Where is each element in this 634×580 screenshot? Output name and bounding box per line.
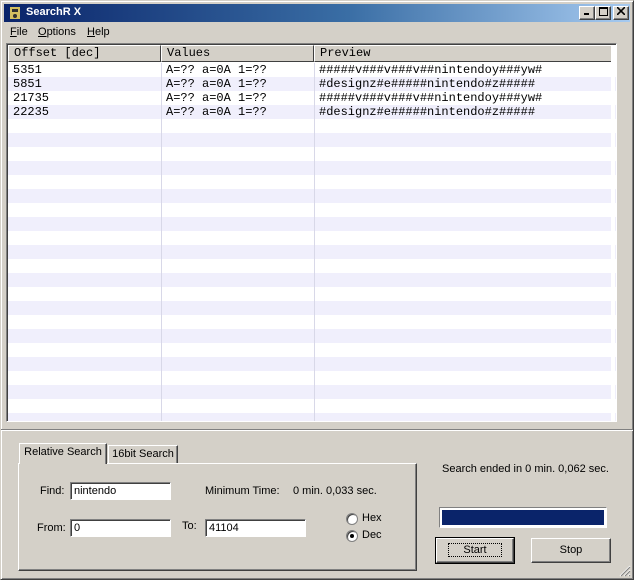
min-time-label: Minimum Time: xyxy=(205,485,280,497)
stop-button[interactable]: Stop xyxy=(531,538,611,563)
menu-bar: File Options Help xyxy=(4,24,630,42)
offset-cell: 22235 xyxy=(13,105,50,119)
result-row[interactable]: 5351 A=?? a=0A 1=?? #####v###v###v##nint… xyxy=(8,63,616,77)
empty-row xyxy=(8,203,616,217)
find-input[interactable]: nintendo xyxy=(70,482,171,500)
empty-row xyxy=(8,343,616,357)
result-row[interactable]: 5851 A=?? a=0A 1=?? #designz#e#####ninte… xyxy=(8,77,616,91)
results-list[interactable]: Offset [dec] Values Preview 5351 A=?? a=… xyxy=(6,43,617,422)
empty-row xyxy=(8,175,616,189)
status-message: Search ended in 0 min. 0,062 sec. xyxy=(442,463,609,475)
app-icon xyxy=(10,7,20,19)
preview-cell: #designz#e#####nintendo#z##### xyxy=(319,77,536,91)
list-edge xyxy=(611,45,615,421)
preview-cell: #designz#e#####nintendo#z##### xyxy=(319,105,536,119)
empty-row xyxy=(8,161,616,175)
hex-radio-label[interactable]: Hex xyxy=(362,512,382,524)
min-time-value: 0 min. 0,033 sec. xyxy=(293,485,377,497)
values-cell: A=?? a=0A 1=?? xyxy=(166,91,267,105)
empty-row xyxy=(8,413,616,421)
empty-row xyxy=(8,385,616,399)
empty-row xyxy=(8,315,616,329)
tab-relative-search[interactable]: Relative Search xyxy=(19,443,107,464)
values-cell: A=?? a=0A 1=?? xyxy=(166,63,267,77)
menu-file[interactable]: File xyxy=(10,26,28,38)
radio-selected-dot xyxy=(350,534,354,538)
offset-cell: 5351 xyxy=(13,63,42,77)
result-row[interactable]: 22235 A=?? a=0A 1=?? #designz#e#####nint… xyxy=(8,105,616,119)
menu-options[interactable]: Options xyxy=(38,26,76,38)
column-header-preview[interactable]: Preview xyxy=(314,45,615,62)
from-input[interactable]: 0 xyxy=(70,519,171,537)
empty-row xyxy=(8,371,616,385)
result-row[interactable]: 21735 A=?? a=0A 1=?? #####v###v###v##nin… xyxy=(8,91,616,105)
empty-row xyxy=(8,119,616,133)
empty-row xyxy=(8,147,616,161)
close-button[interactable] xyxy=(613,6,629,20)
column-header-offset[interactable]: Offset [dec] xyxy=(8,45,161,62)
empty-row xyxy=(8,273,616,287)
title-bar[interactable]: SearchR X xyxy=(4,4,630,22)
progress-fill xyxy=(442,510,604,525)
main-window: SearchR X File Options Help Offset [dec]… xyxy=(0,0,634,580)
empty-row xyxy=(8,301,616,315)
progress-bar xyxy=(439,507,607,528)
empty-row xyxy=(8,245,616,259)
empty-row xyxy=(8,133,616,147)
result-rows: 5351 A=?? a=0A 1=?? #####v###v###v##nint… xyxy=(8,63,616,421)
window-title: SearchR X xyxy=(26,6,82,18)
column-divider xyxy=(161,63,162,421)
resize-grip-icon[interactable] xyxy=(619,565,631,577)
column-header-values[interactable]: Values xyxy=(161,45,314,62)
empty-row xyxy=(8,329,616,343)
preview-cell: #####v###v###v##nintendoy###yw# xyxy=(319,63,543,77)
empty-row xyxy=(8,259,616,273)
empty-row xyxy=(8,287,616,301)
minimize-icon xyxy=(584,13,589,15)
relative-search-panel: Find: nintendo Minimum Time: 0 min. 0,03… xyxy=(18,463,417,571)
separator xyxy=(1,429,633,431)
empty-row xyxy=(8,217,616,231)
find-label: Find: xyxy=(40,485,65,497)
hex-radio[interactable] xyxy=(346,513,358,525)
dec-radio[interactable] xyxy=(346,530,358,542)
start-button[interactable]: Start xyxy=(435,537,515,564)
minimize-button[interactable] xyxy=(579,6,595,20)
tab-16bit-search[interactable]: 16bit Search xyxy=(108,445,178,464)
values-cell: A=?? a=0A 1=?? xyxy=(166,105,267,119)
preview-cell: #####v###v###v##nintendoy###yw# xyxy=(319,91,543,105)
menu-help[interactable]: Help xyxy=(87,26,110,38)
empty-row xyxy=(8,189,616,203)
empty-row xyxy=(8,231,616,245)
to-input[interactable]: 41104 xyxy=(205,519,306,537)
offset-cell: 5851 xyxy=(13,77,42,91)
values-cell: A=?? a=0A 1=?? xyxy=(166,77,267,91)
to-label: To: xyxy=(182,520,197,532)
empty-row xyxy=(8,357,616,371)
from-label: From: xyxy=(37,522,66,534)
dec-radio-label[interactable]: Dec xyxy=(362,529,382,541)
start-button-label: Start xyxy=(448,543,502,557)
offset-cell: 21735 xyxy=(13,91,50,105)
maximize-icon xyxy=(598,7,608,16)
empty-row xyxy=(8,399,616,413)
maximize-button[interactable] xyxy=(595,6,611,20)
list-header: Offset [dec] Values Preview xyxy=(8,45,616,62)
close-icon xyxy=(616,6,626,16)
column-divider xyxy=(314,63,315,421)
